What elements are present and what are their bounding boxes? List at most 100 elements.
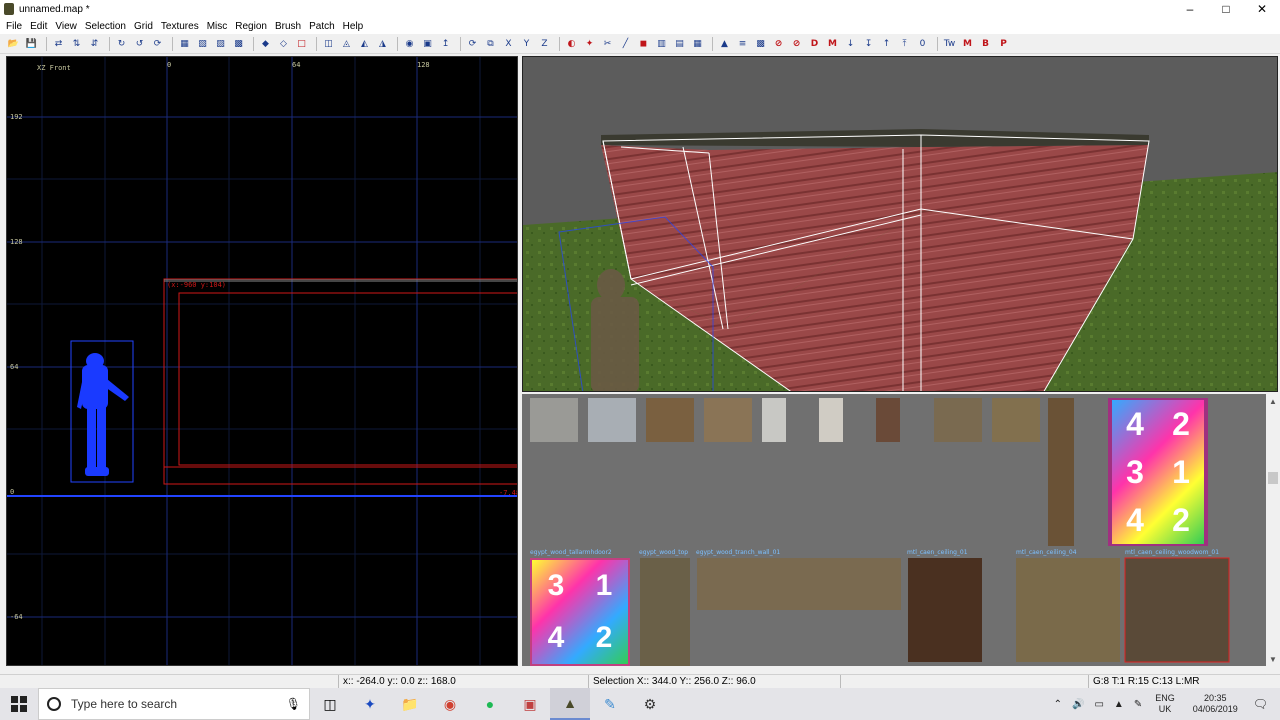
- texture-tile-selected[interactable]: [1124, 557, 1230, 663]
- make-hollow-icon[interactable]: □: [294, 37, 309, 52]
- texture-tile[interactable]: [646, 398, 694, 442]
- save-icon[interactable]: 💾: [24, 37, 39, 52]
- b-icon[interactable]: B: [978, 37, 993, 52]
- spotify-icon[interactable]: ●: [470, 688, 510, 720]
- camera-view[interactable]: [522, 56, 1278, 392]
- clipper-icon[interactable]: ✂: [600, 37, 615, 52]
- visual-studio-icon[interactable]: ✦: [350, 688, 390, 720]
- menu-view[interactable]: View: [55, 21, 77, 32]
- clock[interactable]: 20:35 04/06/2019: [1193, 693, 1238, 715]
- texture-tile[interactable]: [640, 558, 690, 666]
- file-explorer-icon[interactable]: 📁: [390, 688, 430, 720]
- scale-view-icon[interactable]: ⧉: [483, 37, 498, 52]
- language-indicator[interactable]: ENG UK: [1155, 693, 1175, 715]
- m-icon[interactable]: M: [825, 37, 840, 52]
- texture-tile[interactable]: [588, 398, 636, 442]
- flip-y-icon[interactable]: ⇅: [69, 37, 84, 52]
- camera-icon[interactable]: ◉: [402, 37, 417, 52]
- select-touching-icon[interactable]: ▧: [195, 37, 210, 52]
- csg-subtract-icon[interactable]: ◆: [258, 37, 273, 52]
- menu-help[interactable]: Help: [343, 21, 364, 32]
- texture-browser-icon[interactable]: ≡: [735, 37, 750, 52]
- d-icon[interactable]: D: [807, 37, 822, 52]
- menu-misc[interactable]: Misc: [207, 21, 228, 32]
- network-icon[interactable]: ▲: [1114, 699, 1124, 710]
- show-hidden-icon[interactable]: ⌃: [1054, 699, 1062, 710]
- vertex-mode-icon[interactable]: ◐: [564, 37, 579, 52]
- flip-x-icon[interactable]: ⇄: [51, 37, 66, 52]
- taskbar-search[interactable]: Type here to search 🎙: [38, 688, 310, 720]
- scroll-thumb[interactable]: [1268, 472, 1278, 484]
- chrome-icon[interactable]: ◉: [430, 688, 470, 720]
- scroll-up-icon[interactable]: ▲: [1266, 394, 1280, 408]
- texture-tile[interactable]: [876, 398, 900, 442]
- pin-icon[interactable]: ⤒: [897, 37, 912, 52]
- scroll-down-icon[interactable]: ▼: [1266, 652, 1280, 666]
- pen-icon[interactable]: ✎: [1134, 699, 1142, 710]
- start-button[interactable]: [0, 688, 38, 720]
- menu-grid[interactable]: Grid: [134, 21, 153, 32]
- entity-icon[interactable]: ◼: [636, 37, 651, 52]
- microphone-icon[interactable]: 🎙: [286, 697, 301, 711]
- axis-z-icon[interactable]: Z: [537, 37, 552, 52]
- open-icon[interactable]: 📂: [6, 37, 21, 52]
- volume-icon[interactable]: 🔊: [1072, 699, 1084, 710]
- edge-mode-icon[interactable]: ✦: [582, 37, 597, 52]
- arrow-down-alt-icon[interactable]: ↧: [861, 37, 876, 52]
- draw-line-icon[interactable]: ╱: [618, 37, 633, 52]
- zero-icon[interactable]: 0: [915, 37, 930, 52]
- texture-tile[interactable]: [762, 398, 786, 442]
- m-bold-icon[interactable]: M: [960, 37, 975, 52]
- cycle-layer-icon[interactable]: ◮: [375, 37, 390, 52]
- texture-browser[interactable]: 4 2 3 1 4 2 3 1 4 2 egypt_wood_tallarmhd…: [522, 394, 1280, 666]
- radiant-app-icon[interactable]: ▲: [550, 688, 590, 720]
- no-detail-icon[interactable]: ⊘: [789, 37, 804, 52]
- selected-brush[interactable]: [163, 278, 518, 485]
- menu-region[interactable]: Region: [235, 21, 267, 32]
- texture-tile[interactable]: [530, 398, 578, 442]
- texture-tile[interactable]: [908, 558, 982, 662]
- texture-tile[interactable]: [934, 398, 982, 442]
- select-inside-icon[interactable]: ▩: [231, 37, 246, 52]
- menu-selection[interactable]: Selection: [85, 21, 126, 32]
- texture-lock-icon[interactable]: ◫: [321, 37, 336, 52]
- rotate-x-icon[interactable]: ↻: [114, 37, 129, 52]
- media-app-icon[interactable]: ▣: [510, 688, 550, 720]
- p-icon[interactable]: P: [996, 37, 1011, 52]
- menu-edit[interactable]: Edit: [30, 21, 47, 32]
- no-clip-icon[interactable]: ⊘: [771, 37, 786, 52]
- close-button[interactable]: ✕: [1244, 0, 1280, 18]
- menu-brush[interactable]: Brush: [275, 21, 301, 32]
- texture-fit-icon[interactable]: ◬: [339, 37, 354, 52]
- player-model[interactable]: [77, 353, 129, 476]
- maximize-button[interactable]: □: [1208, 0, 1244, 18]
- rotate-view-icon[interactable]: ⟳: [465, 37, 480, 52]
- lock-icon[interactable]: ▤: [672, 37, 687, 52]
- texture-tile[interactable]: [819, 398, 843, 442]
- texture-tile[interactable]: [1016, 558, 1120, 662]
- view-toggle-icon[interactable]: ↥: [438, 37, 453, 52]
- notepad-icon[interactable]: ✎: [590, 688, 630, 720]
- battery-icon[interactable]: ▭: [1094, 699, 1103, 710]
- grid-icon[interactable]: ▦: [690, 37, 705, 52]
- arrow-down-icon[interactable]: ↓: [843, 37, 858, 52]
- patch-icon[interactable]: ▥: [654, 37, 669, 52]
- menu-patch[interactable]: Patch: [309, 21, 335, 32]
- notification-icon[interactable]: 🗨: [1253, 697, 1268, 711]
- arrow-up-icon[interactable]: ↑: [879, 37, 894, 52]
- axis-y-icon[interactable]: Y: [519, 37, 534, 52]
- flip-z-icon[interactable]: ⇵: [87, 37, 102, 52]
- axis-x-icon[interactable]: X: [501, 37, 516, 52]
- texture-tile[interactable]: [992, 398, 1040, 442]
- filter-icon[interactable]: ▩: [753, 37, 768, 52]
- select-partial-icon[interactable]: ▨: [213, 37, 228, 52]
- tw-icon[interactable]: Tw: [942, 37, 957, 52]
- task-view-icon[interactable]: ◫: [310, 688, 350, 720]
- texture-tile[interactable]: [704, 398, 752, 442]
- menu-textures[interactable]: Textures: [161, 21, 199, 32]
- rotate-y-icon[interactable]: ↺: [132, 37, 147, 52]
- texture-tile[interactable]: [697, 558, 901, 610]
- ortho-view[interactable]: XZ Front 0 64 128 192 128 64 0 -64 (x:-9…: [6, 56, 518, 666]
- texture-scrollbar[interactable]: ▲ ▼: [1266, 394, 1280, 666]
- menu-file[interactable]: File: [6, 21, 22, 32]
